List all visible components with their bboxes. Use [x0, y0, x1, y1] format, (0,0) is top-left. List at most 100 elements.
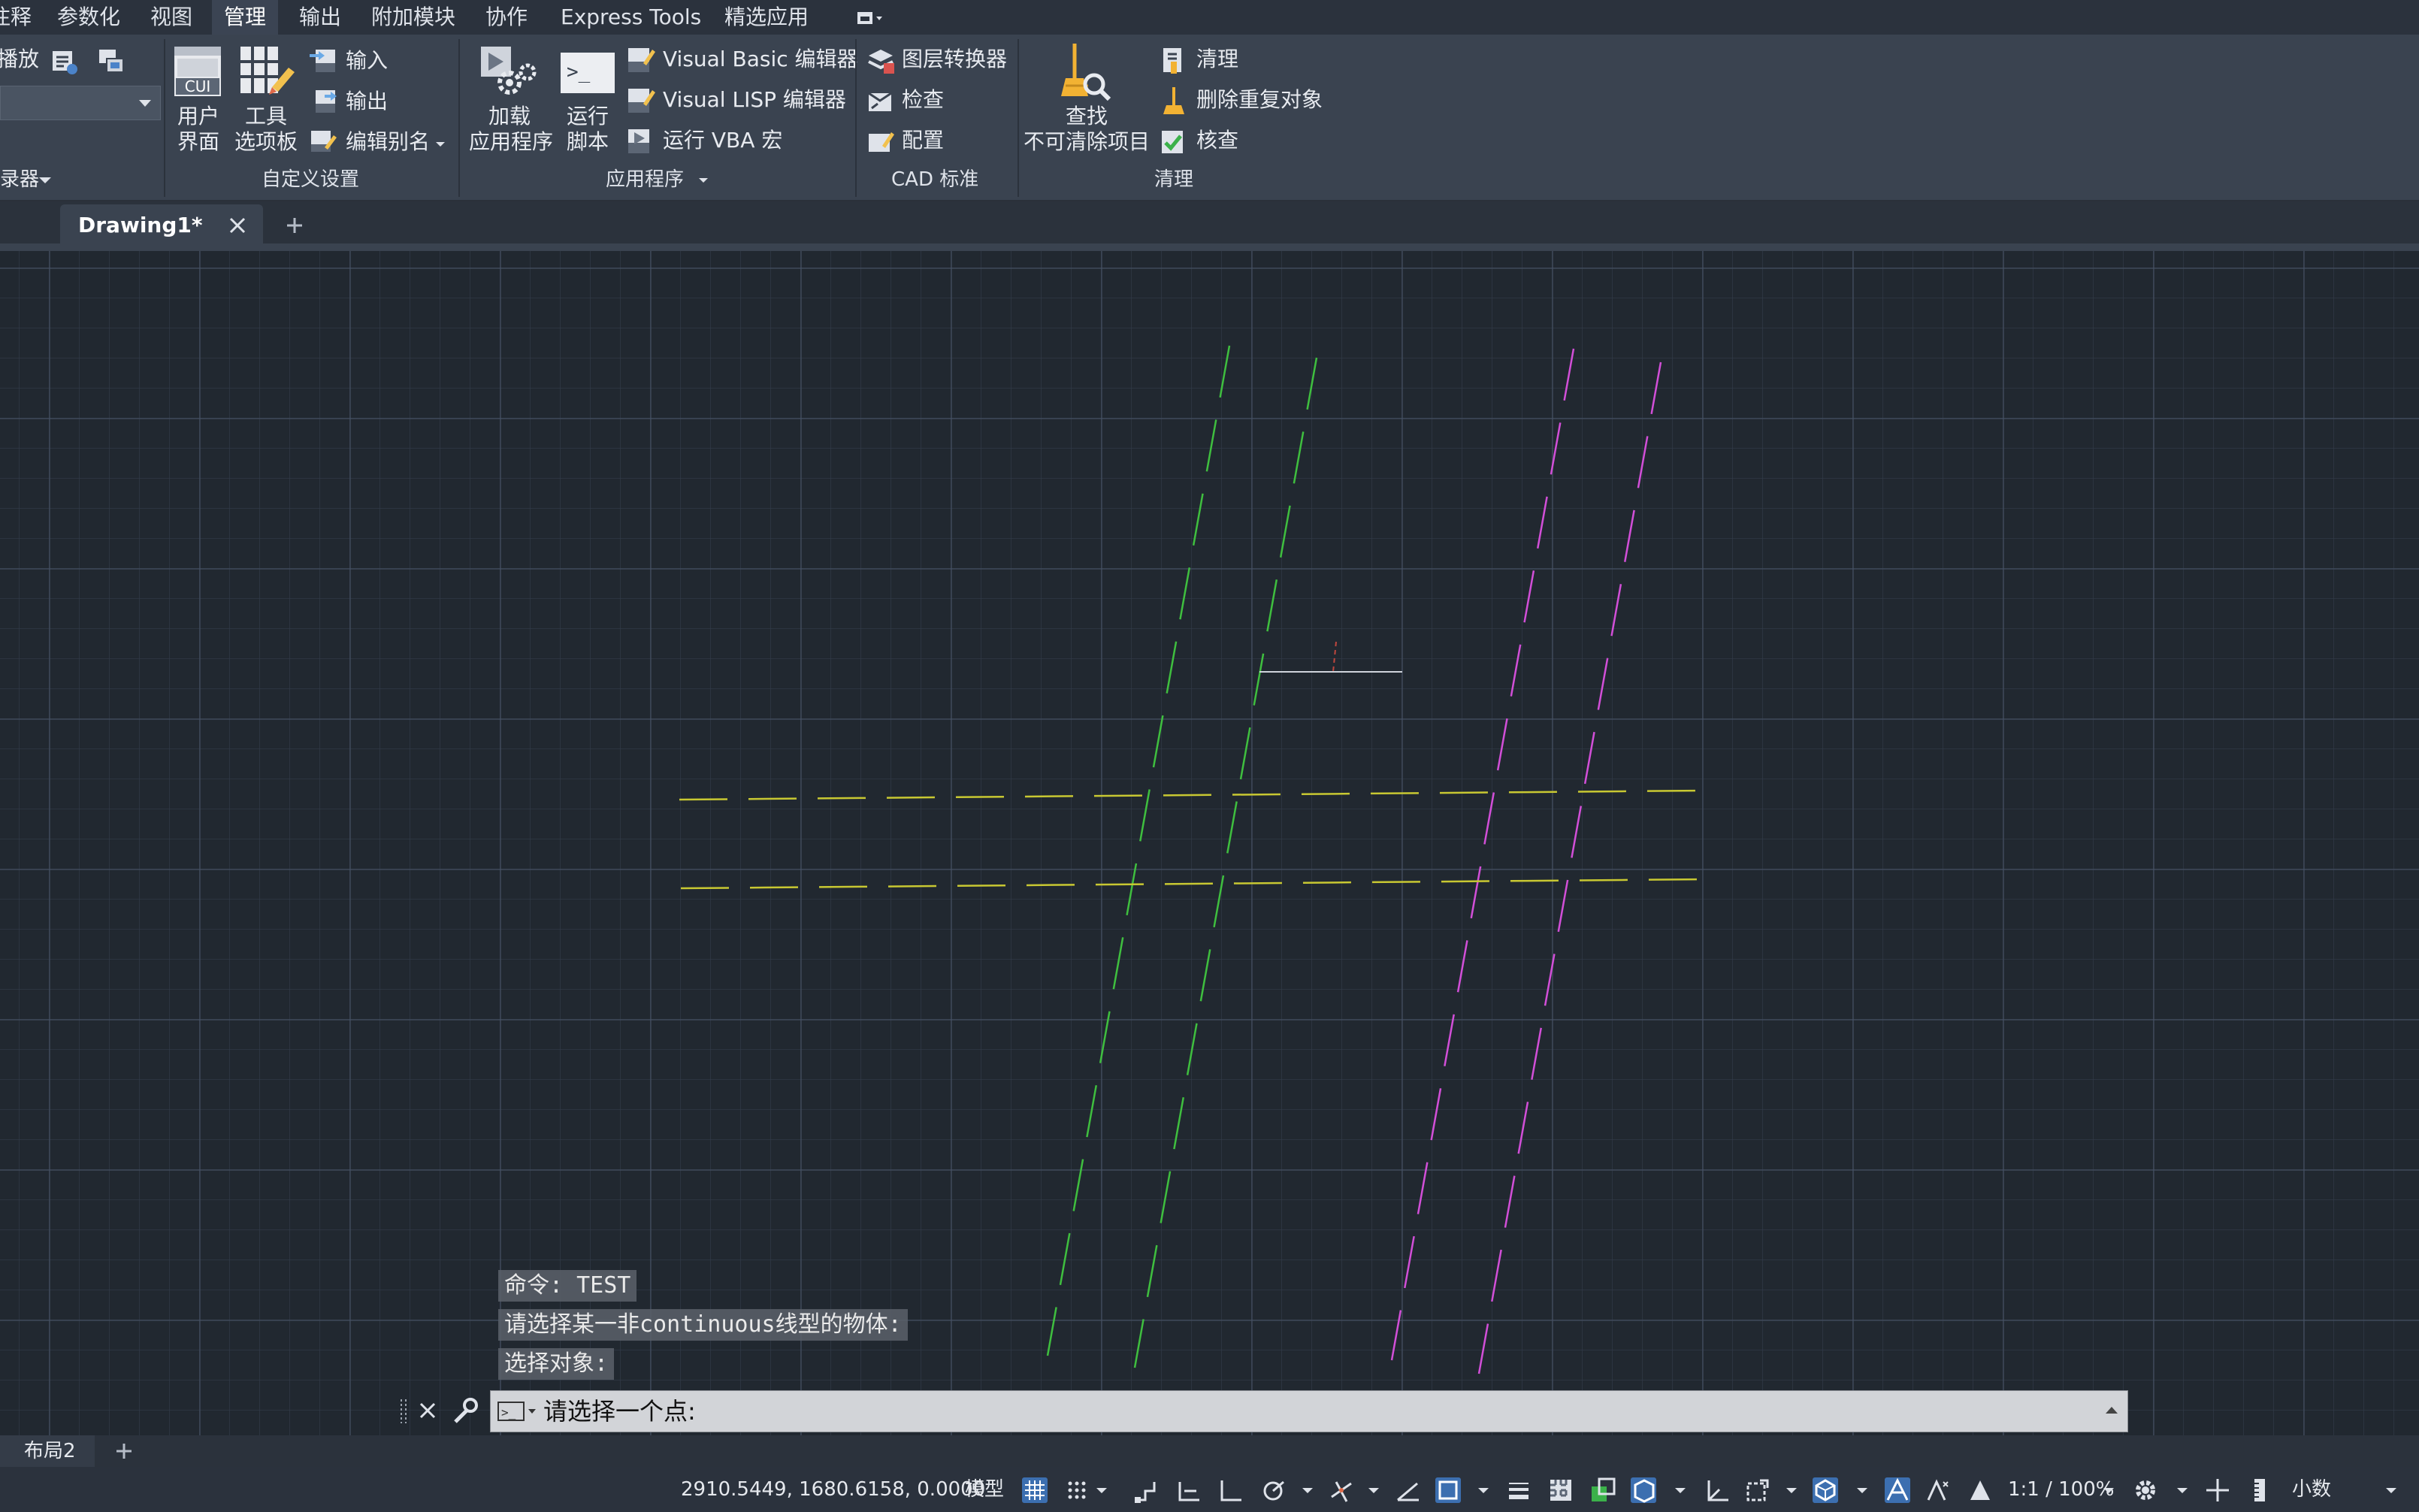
units-ruler-icon[interactable]: [2251, 1477, 2268, 1503]
command-prompt-icon[interactable]: >_: [497, 1400, 539, 1423]
chevron-down-icon[interactable]: [1094, 1477, 1109, 1503]
action-recorder-icon[interactable]: [50, 47, 80, 77]
tool-palettes-label-2[interactable]: 选项板: [230, 129, 302, 155]
green-dashed-line-2[interactable]: [1133, 357, 1318, 1368]
chevron-down-icon[interactable]: [1673, 1477, 1688, 1503]
grid-icon[interactable]: [1022, 1477, 1048, 1503]
layout-tab[interactable]: 布局2: [0, 1435, 95, 1467]
add-layout-plus-icon[interactable]: [114, 1441, 134, 1461]
ortho-mode-icon[interactable]: [1217, 1477, 1243, 1503]
find-non-purgeable-label-1[interactable]: 查找: [1052, 104, 1121, 129]
transparency-icon[interactable]: [1548, 1477, 1574, 1503]
edit-aliases-button[interactable]: 编辑别名: [346, 129, 430, 155]
lineweight-icon[interactable]: [1506, 1477, 1532, 1503]
coordinate-readout[interactable]: 2910.5449, 1680.6158, 0.0000: [681, 1467, 985, 1512]
load-application-label-1[interactable]: 加载: [473, 104, 546, 129]
vb-editor-button[interactable]: Visual Basic 编辑器: [663, 47, 858, 72]
wrench-icon[interactable]: [451, 1398, 478, 1425]
chevron-up-icon[interactable]: [2103, 1403, 2120, 1418]
purge-button[interactable]: 清理: [1196, 47, 1238, 72]
chevron-down-icon[interactable]: [2101, 1477, 2116, 1503]
close-icon[interactable]: [227, 215, 248, 236]
lisp-editor-icon[interactable]: [627, 86, 655, 114]
run-script-icon[interactable]: >_: [559, 51, 616, 96]
dynamic-ucs-icon[interactable]: [1704, 1477, 1730, 1503]
3d-object-snap-icon[interactable]: [1631, 1477, 1656, 1503]
audit-button[interactable]: 核查: [1196, 128, 1238, 153]
green-dashed-line-1[interactable]: [1046, 345, 1231, 1356]
infer-constraints-icon[interactable]: [1133, 1477, 1159, 1503]
purge-icon[interactable]: [1159, 45, 1187, 75]
gizmo-icon[interactable]: [1813, 1477, 1838, 1503]
annotation-visibility-icon[interactable]: [1885, 1477, 1910, 1503]
isodraft-icon[interactable]: [1329, 1477, 1354, 1503]
chevron-down-icon[interactable]: [38, 173, 53, 188]
object-snap-icon[interactable]: [1435, 1477, 1461, 1503]
tab-collaborate[interactable]: 协作: [485, 0, 528, 35]
polar-tracking-icon[interactable]: [1261, 1477, 1287, 1503]
auto-scale-icon[interactable]: [1925, 1477, 1951, 1503]
selection-filter-icon[interactable]: [1745, 1477, 1770, 1503]
tab-manage[interactable]: 管理: [212, 0, 279, 35]
macro-dropdown[interactable]: [0, 86, 161, 120]
close-icon[interactable]: [416, 1399, 439, 1422]
run-script-label-2[interactable]: 脚本: [556, 129, 619, 155]
user-interface-label-2[interactable]: 界面: [167, 129, 230, 155]
load-application-icon[interactable]: [478, 44, 540, 99]
chevron-down-icon[interactable]: [1476, 1477, 1491, 1503]
configure-button[interactable]: 配置: [902, 128, 944, 153]
gear-icon[interactable]: [2133, 1477, 2158, 1503]
export-icon[interactable]: [308, 87, 337, 116]
tool-palettes-label-1[interactable]: 工具: [234, 104, 298, 129]
edit-aliases-icon[interactable]: [308, 126, 337, 155]
layer-translator-button[interactable]: 图层转换器: [902, 47, 1007, 72]
plus-icon[interactable]: [2205, 1477, 2230, 1503]
vba-editor-icon[interactable]: [627, 45, 655, 74]
tab-featured-apps[interactable]: 精选应用: [724, 0, 809, 35]
import-icon[interactable]: [308, 47, 337, 75]
chevron-down-icon[interactable]: [1366, 1477, 1381, 1503]
tab-annotate[interactable]: 注释: [0, 0, 32, 35]
run-vba-icon[interactable]: [627, 126, 655, 155]
audit-icon[interactable]: [1159, 126, 1187, 156]
import-button[interactable]: 输入: [346, 48, 388, 74]
command-input[interactable]: >_ 请选择一个点:: [490, 1390, 2128, 1432]
annotation-scale-icon[interactable]: [1967, 1477, 1993, 1503]
model-space-toggle[interactable]: 模型: [965, 1467, 1004, 1512]
new-tab-plus-icon[interactable]: [284, 215, 305, 236]
tab-addins[interactable]: 附加模块: [371, 0, 455, 35]
recorder-panel-label[interactable]: 记录器: [0, 167, 39, 192]
command-line-grip[interactable]: [398, 1396, 409, 1426]
chevron-down-icon[interactable]: [2384, 1477, 2399, 1503]
tab-view[interactable]: 视图: [150, 0, 192, 35]
chevron-down-icon[interactable]: [434, 138, 446, 149]
chevron-down-icon[interactable]: [1855, 1477, 1870, 1503]
yellow-dashed-line-1[interactable]: [679, 789, 1707, 801]
applications-panel-label[interactable]: 应用程序: [606, 168, 684, 191]
find-non-purgeable-label-2[interactable]: 不可清除项目: [1022, 129, 1151, 155]
overkill-icon[interactable]: [1159, 86, 1187, 116]
layer-translator-icon[interactable]: [866, 45, 896, 75]
check-button[interactable]: 检查: [902, 87, 944, 113]
chevron-down-icon[interactable]: [697, 174, 709, 185]
run-script-label-1[interactable]: 运行: [556, 104, 619, 129]
configure-standards-icon[interactable]: [866, 126, 896, 156]
drawing-canvas[interactable]: 命令: TEST 请选择某一非continuous线型的物体: 选择对象:: [0, 251, 2419, 1435]
chevron-down-icon[interactable]: [1300, 1477, 1315, 1503]
snap-mode-icon[interactable]: [1064, 1477, 1090, 1503]
drawing-tab[interactable]: Drawing1*: [60, 204, 263, 246]
run-vba-button[interactable]: 运行 VBA 宏: [663, 128, 782, 153]
user-interface-label-1[interactable]: 用户: [167, 104, 230, 129]
user-interface-icon[interactable]: CUI: [173, 44, 222, 98]
check-standards-icon[interactable]: [866, 86, 896, 116]
overkill-button[interactable]: 删除重复对象: [1196, 87, 1323, 113]
load-application-label-2[interactable]: 应用程序: [466, 129, 556, 155]
export-button[interactable]: 输出: [346, 89, 388, 114]
yellow-dashed-line-2[interactable]: [680, 878, 1708, 890]
tool-palettes-icon[interactable]: [239, 44, 296, 98]
object-snap-tracking-icon[interactable]: [1395, 1477, 1420, 1503]
record-settings-icon[interactable]: [96, 47, 126, 77]
chevron-down-icon[interactable]: [2175, 1477, 2190, 1503]
lisp-editor-button[interactable]: Visual LISP 编辑器: [663, 87, 846, 113]
units-value[interactable]: 小数: [2292, 1467, 2331, 1512]
